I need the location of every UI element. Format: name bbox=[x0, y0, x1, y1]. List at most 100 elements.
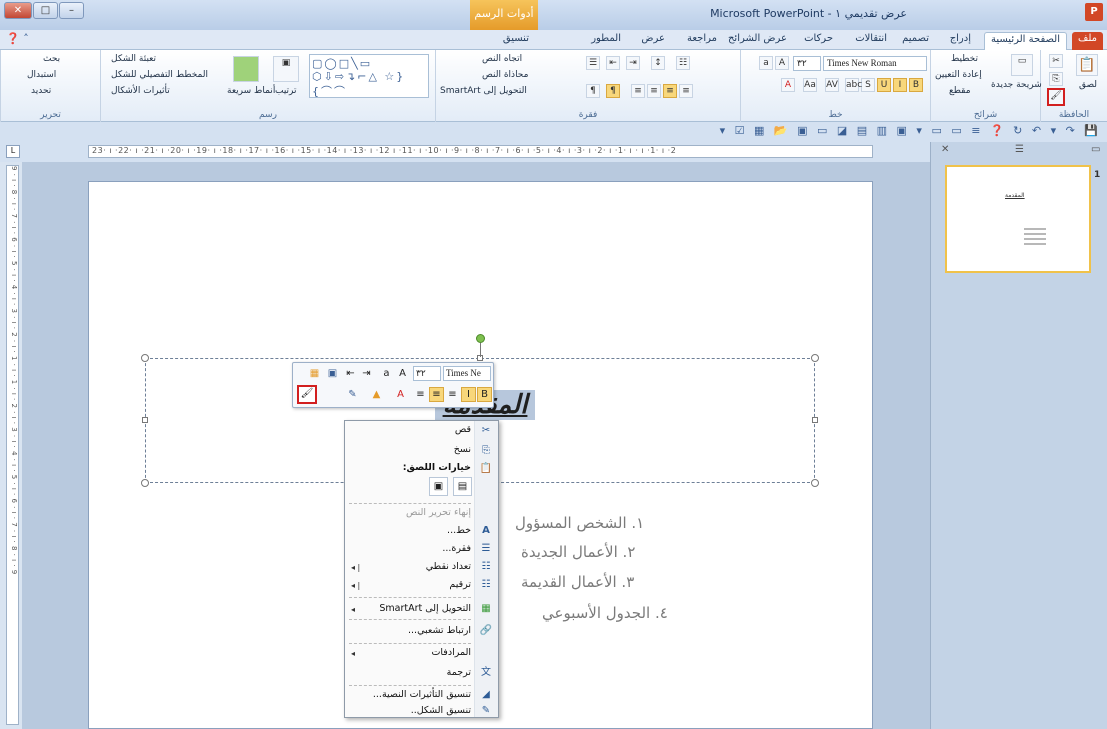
menu-item-font[interactable]: خط... bbox=[345, 525, 475, 543]
menu-item-paragraph[interactable]: فقرة... bbox=[345, 543, 475, 561]
rtl-icon[interactable]: ¶ bbox=[586, 84, 600, 98]
font-color-icon[interactable]: A bbox=[781, 78, 795, 92]
mini-align-center-icon[interactable]: ≡ bbox=[429, 387, 444, 402]
increase-indent-icon[interactable]: ⇥ bbox=[626, 56, 640, 70]
convert-smartart-button[interactable]: التحويل إلى SmartArt bbox=[440, 86, 527, 96]
shape-outline-button[interactable]: المخطط التفصيلي للشكل bbox=[111, 70, 208, 80]
replace-button[interactable]: استبدال bbox=[27, 70, 56, 80]
help-icon[interactable]: ❓ ˄ bbox=[6, 32, 29, 45]
menu-item-bullets[interactable]: تعداد نقطي bbox=[345, 561, 475, 579]
resize-handle[interactable] bbox=[812, 417, 818, 423]
shrink-font-icon[interactable]: a bbox=[759, 56, 773, 70]
justify-icon[interactable]: ≡ bbox=[679, 84, 693, 98]
align-right-icon[interactable]: ≡ bbox=[631, 84, 645, 98]
mini-italic-icon[interactable]: I bbox=[461, 387, 476, 402]
line-spacing-icon[interactable]: ↕ bbox=[651, 56, 665, 70]
bold-icon[interactable]: B bbox=[909, 78, 923, 92]
maximize-icon[interactable]: □ bbox=[33, 2, 58, 19]
tab-design[interactable]: تصميم bbox=[896, 32, 935, 50]
horizontal-ruler[interactable]: 23· ı ·22· ı ·21· ı ·20· ı ·19· ı ·18· ı… bbox=[88, 145, 873, 158]
tab-insert[interactable]: إدراج bbox=[944, 32, 977, 50]
menu-item-synonyms[interactable]: المرادفات bbox=[345, 647, 475, 665]
font-name-combo[interactable]: Times New Roman bbox=[823, 56, 927, 71]
tab-file[interactable]: ملف bbox=[1071, 32, 1103, 50]
new-slide-label[interactable]: شريحة جديدة bbox=[991, 80, 1042, 90]
resize-handle[interactable] bbox=[811, 354, 819, 362]
bullet-item[interactable]: ٣. الأعمال القديمة bbox=[521, 573, 634, 591]
tab-selector-icon[interactable]: L bbox=[6, 145, 20, 158]
bullet-item[interactable]: ٤. الجدول الأسبوعي bbox=[542, 604, 668, 622]
reset-button[interactable]: إعادة التعيين bbox=[935, 70, 982, 80]
bullet-item[interactable]: ٢. الأعمال الجديدة bbox=[521, 543, 635, 561]
mini-outdent-icon[interactable]: ⇤ bbox=[343, 366, 358, 381]
close-icon[interactable]: ✕ bbox=[4, 2, 32, 19]
quick-access-toolbar[interactable]: ▾ ☑ ▦ 📂 ▣ ▭ ◪ ▤ ▥ ▣ ▾ ▭ ▭ ≡ ❓ ↻ ↶ ▾ ↷ 💾 bbox=[720, 124, 1101, 137]
menu-item-hyperlink[interactable]: ارتباط تشعبي... bbox=[345, 625, 475, 643]
align-center-icon[interactable]: ≡ bbox=[663, 84, 677, 98]
grow-font-icon[interactable]: A bbox=[775, 56, 789, 70]
resize-handle[interactable] bbox=[141, 354, 149, 362]
menu-item-copy[interactable]: نسخ bbox=[345, 444, 475, 462]
slide-thumbnail[interactable] bbox=[945, 165, 1091, 273]
arrange-icon[interactable]: ▣ bbox=[273, 56, 299, 82]
menu-item-translate[interactable]: ترجمة bbox=[345, 667, 475, 685]
shadow-icon[interactable]: S bbox=[861, 78, 875, 92]
tab-slideshow[interactable]: عرض الشرائح bbox=[722, 32, 793, 50]
tab-developer[interactable]: المطور bbox=[585, 32, 627, 50]
mini-format-painter-icon[interactable]: 🖌 bbox=[297, 385, 317, 404]
paste-label[interactable]: لصق bbox=[1079, 80, 1097, 90]
paste-picture-icon[interactable]: ▣ bbox=[429, 477, 448, 496]
mini-align-left-icon[interactable]: ≡ bbox=[413, 387, 428, 402]
bullet-item[interactable]: ١. الشخص المسؤول bbox=[515, 514, 644, 532]
format-painter-icon[interactable]: 🖌 bbox=[1047, 88, 1065, 106]
find-button[interactable]: بحث bbox=[43, 54, 60, 64]
tab-animations[interactable]: حركات bbox=[798, 32, 839, 50]
mini-align-right-icon[interactable]: ≡ bbox=[445, 387, 460, 402]
underline-icon[interactable]: U bbox=[877, 78, 891, 92]
mini-indent-icon[interactable]: ⇥ bbox=[359, 366, 374, 381]
tab-transitions[interactable]: انتقالات bbox=[849, 32, 893, 50]
section-button[interactable]: مقطع bbox=[949, 86, 971, 96]
mini-font-color-icon[interactable]: A bbox=[393, 387, 408, 402]
resize-handle[interactable] bbox=[141, 479, 149, 487]
mini-shrink-font-icon[interactable]: a bbox=[379, 366, 394, 381]
shapes-gallery[interactable]: ▢◯□╲▭ ⬡⇩⇨↴⌐△ ☆}{⌒⌒ bbox=[309, 54, 429, 98]
menu-item-format-shape[interactable]: تنسيق الشكل.. bbox=[345, 705, 475, 723]
mini-bold-icon[interactable]: B bbox=[477, 387, 492, 402]
menu-item-numbering[interactable]: ترقيم bbox=[345, 579, 475, 597]
arrange-label[interactable]: ترتيب bbox=[275, 86, 297, 96]
mini-arrange-icon[interactable]: ▣ bbox=[325, 366, 340, 381]
quick-styles-label[interactable]: أنماط سريعة bbox=[227, 86, 275, 96]
text-direction-button[interactable]: اتجاه النص bbox=[482, 54, 522, 64]
tab-review[interactable]: مراجعة bbox=[681, 32, 723, 50]
shape-fill-button[interactable]: تعبئة الشكل bbox=[111, 54, 156, 64]
cut-icon[interactable]: ✂ bbox=[1049, 54, 1063, 68]
outline-tab-icon[interactable]: ☰ bbox=[1015, 144, 1024, 155]
rotation-handle[interactable] bbox=[476, 334, 485, 343]
mini-styles-icon[interactable]: ▦ bbox=[307, 366, 322, 381]
align-left-icon[interactable]: ≡ bbox=[647, 84, 661, 98]
paste-icon[interactable]: 📋 bbox=[1076, 54, 1098, 76]
layout-button[interactable]: تخطيط bbox=[951, 54, 978, 64]
new-slide-icon[interactable]: ▭ bbox=[1011, 54, 1033, 76]
bullets-icon[interactable]: ☰ bbox=[586, 56, 600, 70]
char-spacing-icon[interactable]: AV bbox=[825, 78, 839, 92]
strikethrough-icon[interactable]: abc bbox=[845, 78, 862, 92]
tab-home[interactable]: الصفحة الرئيسية bbox=[984, 32, 1067, 50]
select-button[interactable]: تحديد bbox=[31, 86, 51, 96]
font-size-combo[interactable]: ٣٢ bbox=[793, 56, 821, 71]
mini-font-name[interactable]: Times Ne bbox=[443, 366, 491, 381]
shape-effects-button[interactable]: تأثيرات الأشكال bbox=[111, 86, 170, 96]
menu-item-exit-edit[interactable]: إنهاء تحرير النص bbox=[345, 507, 475, 525]
change-case-icon[interactable]: Aa bbox=[803, 78, 817, 92]
decrease-indent-icon[interactable]: ⇤ bbox=[606, 56, 620, 70]
mini-grow-font-icon[interactable]: A bbox=[395, 366, 410, 381]
mini-font-size[interactable]: ٣٢ bbox=[413, 366, 441, 381]
italic-icon[interactable]: I bbox=[893, 78, 907, 92]
quick-styles-icon[interactable] bbox=[233, 56, 259, 82]
close-pane-icon[interactable]: ✕ bbox=[941, 144, 949, 155]
slides-tab-icon[interactable]: ▭ bbox=[1091, 144, 1100, 155]
minimize-icon[interactable]: – bbox=[59, 2, 84, 19]
tab-view[interactable]: عرض bbox=[635, 32, 671, 50]
resize-handle[interactable] bbox=[811, 479, 819, 487]
